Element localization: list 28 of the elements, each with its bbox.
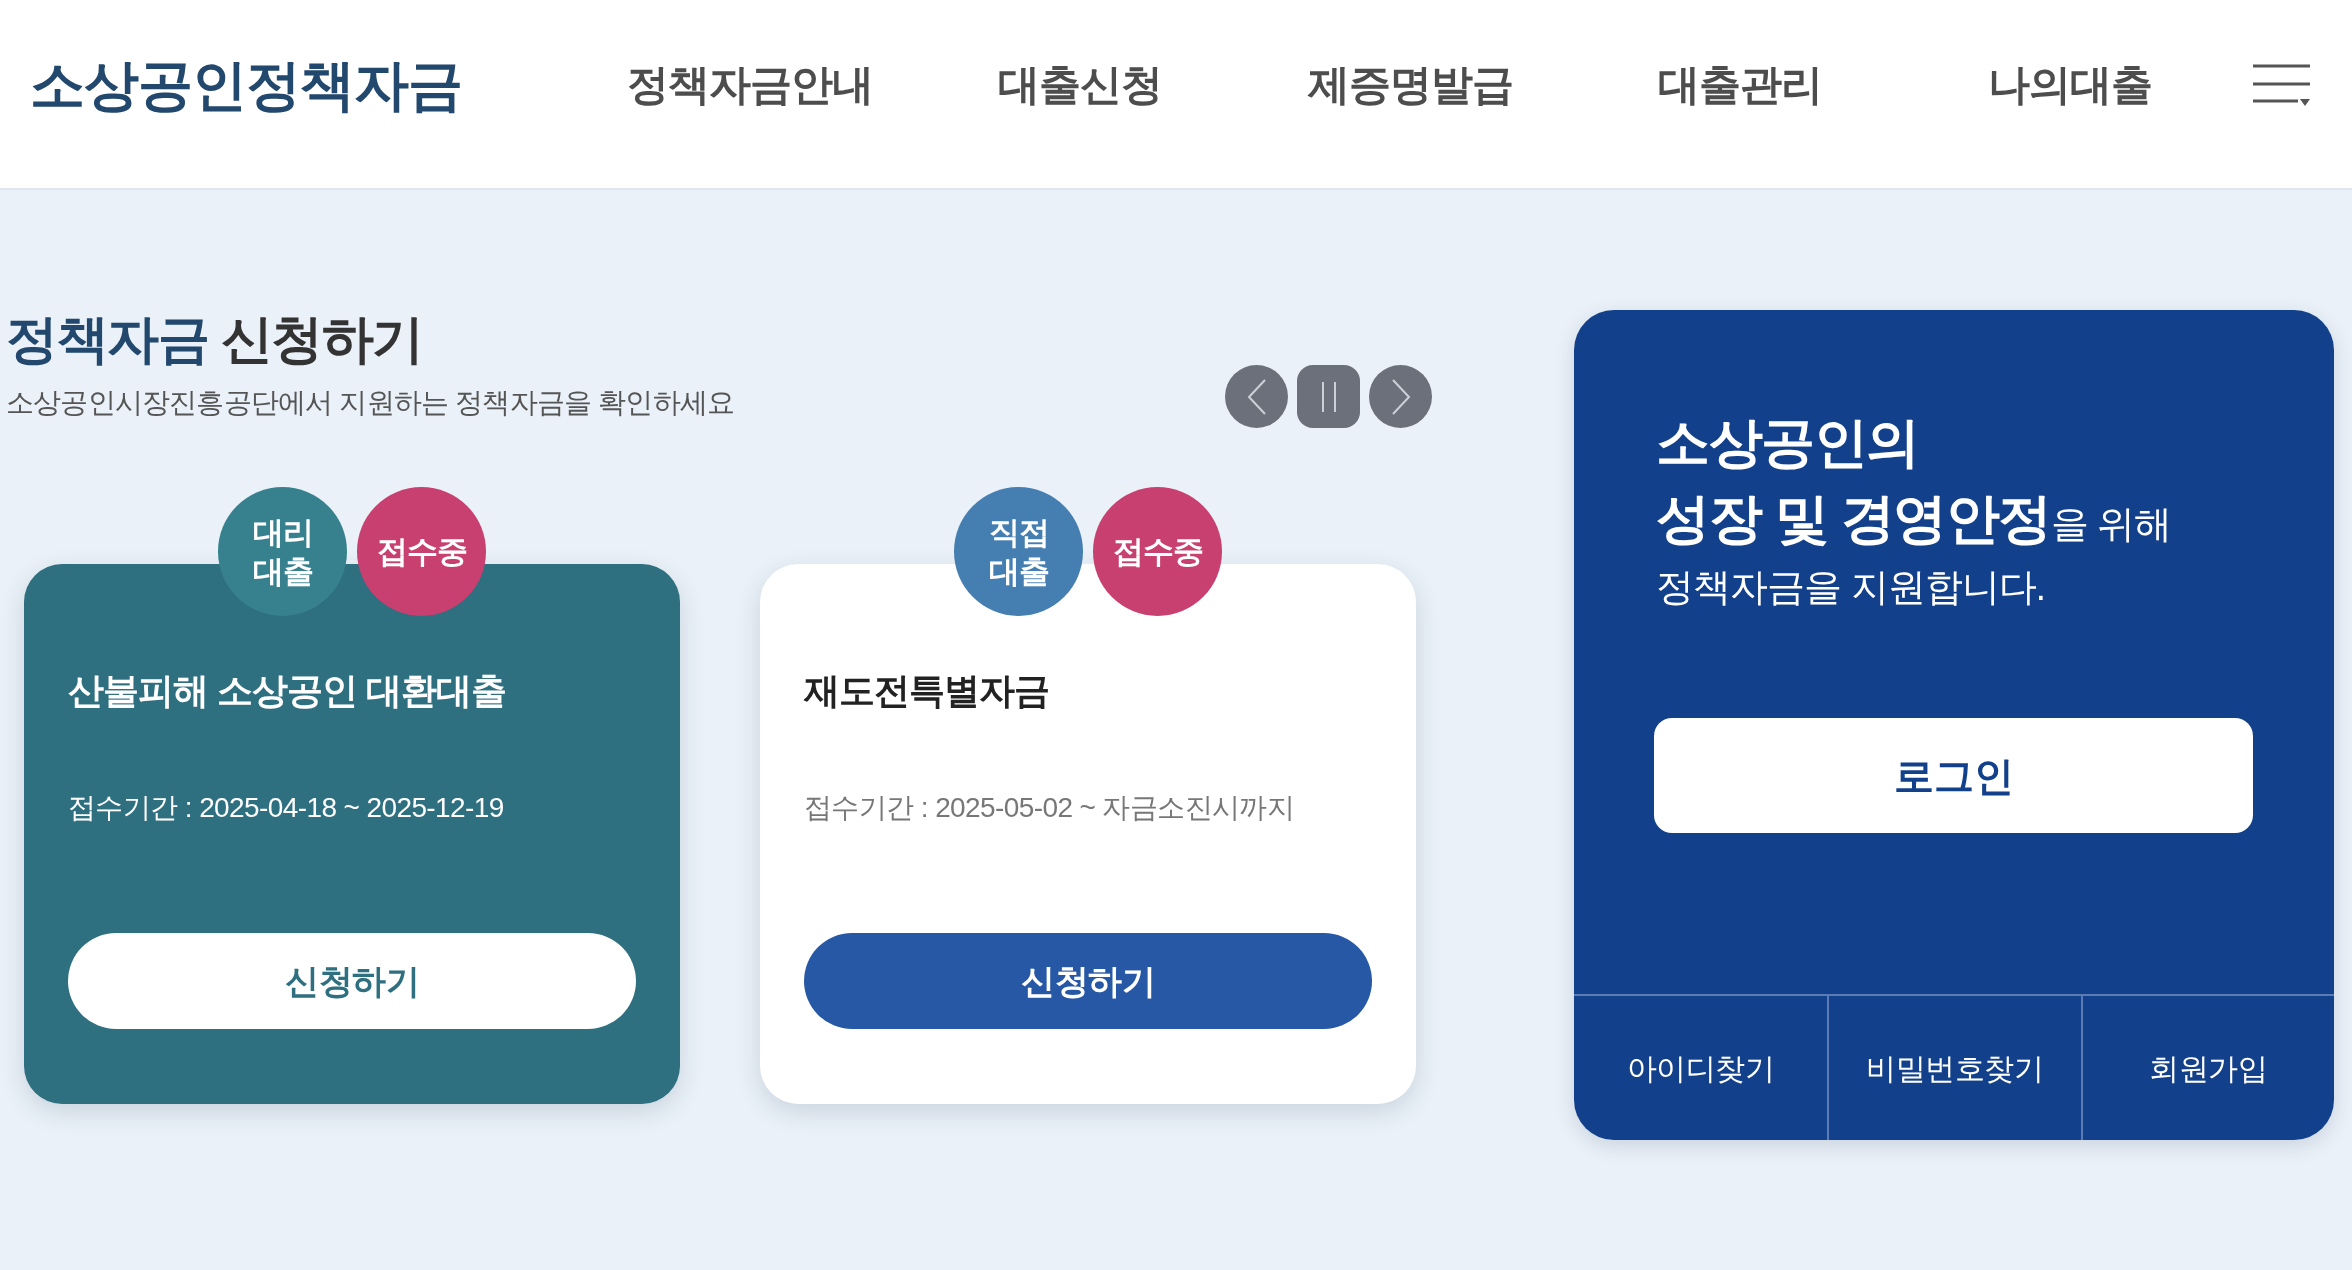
account-link[interactable]: 아이디찾기 — [1626, 1045, 1775, 1091]
section-subtitle: 소상공인시장진흥공단에서 지원하는 정책자금을 확인하세요 — [6, 386, 735, 420]
site-logo[interactable]: 소상공인정책자금 — [30, 57, 462, 113]
apply-button[interactable]: 신청하기 — [804, 933, 1372, 1029]
menu-icon[interactable] — [2253, 64, 2310, 106]
nav-link[interactable]: 정책자금안내 — [627, 64, 873, 106]
card-title: 재도전특별자금 — [804, 669, 1049, 713]
account-link[interactable]: 비밀번호찾기 — [1866, 1045, 2044, 1091]
login-button[interactable]: 로그인 — [1654, 718, 2253, 833]
application-period: 접수기간 : 2025-05-02 ~ 자금소진시까지 — [804, 791, 1295, 825]
pause-icon — [1321, 381, 1336, 412]
status-badge: 접수중 — [357, 487, 486, 616]
apply-button[interactable]: 신청하기 — [68, 933, 636, 1029]
nav-link[interactable]: 제증명발급 — [1307, 64, 1513, 106]
application-period: 접수기간 : 2025-04-18 ~ 2025-12-19 — [68, 791, 504, 825]
loan-type-badge: 직접 대출 — [954, 487, 1083, 616]
nav-link[interactable]: 대출신청 — [998, 64, 1162, 106]
welcome-message: 소상공인의 성장 및 경영안정을 위해 정책자금을 지원합니다. — [1656, 411, 2172, 610]
account-link[interactable]: 회원가입 — [2149, 1045, 2268, 1091]
chevron-left-icon — [1246, 378, 1267, 415]
nav-link[interactable]: 대출관리 — [1658, 64, 1822, 106]
status-badge: 접수중 — [1093, 487, 1222, 616]
loan-type-badge: 대리 대출 — [218, 487, 347, 616]
chevron-right-icon — [1390, 378, 1411, 415]
card-title: 산불피해 소상공인 대환대출 — [68, 669, 506, 713]
pause-button[interactable] — [1297, 365, 1360, 428]
nav-link[interactable]: 나의대출 — [1988, 64, 2152, 106]
section-title: 정책자금 신청하기 — [6, 309, 423, 370]
